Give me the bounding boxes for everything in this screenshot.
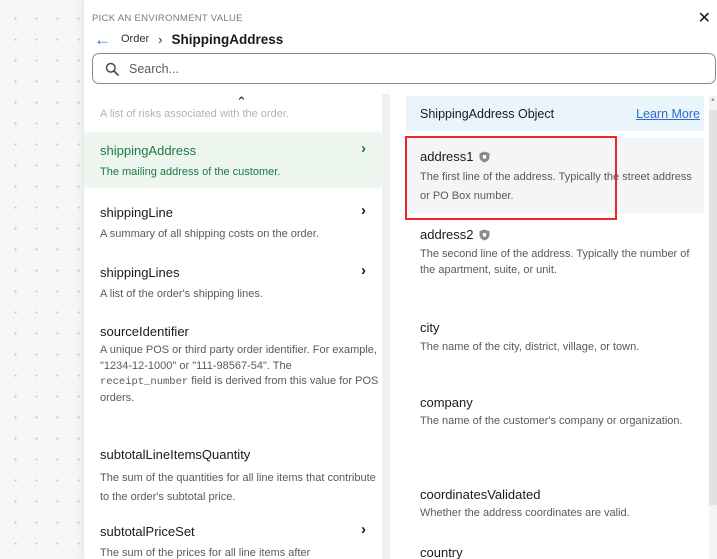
field-description: The name of the customer's company or or…	[420, 415, 683, 427]
list-item-shippingLines[interactable]: shippingLines A list of the order's ship…	[84, 254, 382, 304]
property-list-card: A list of risks associated with the orde…	[84, 94, 382, 559]
field-name: company	[420, 395, 473, 410]
search-input[interactable]	[129, 61, 689, 76]
shield-icon	[479, 229, 490, 240]
breadcrumb-order[interactable]: Order	[121, 33, 149, 45]
chevron-right-icon: ›	[361, 140, 366, 157]
field-name: address1	[420, 149, 474, 164]
search-box[interactable]	[92, 53, 716, 84]
field-city[interactable]: city The name of the city, district, vil…	[406, 312, 704, 362]
field-address1[interactable]: address1 The first line of the address. …	[406, 138, 704, 213]
object-fields-panel: ShippingAddress Object Learn More addres…	[406, 96, 717, 559]
breadcrumb: ← Order › ShippingAddress	[94, 30, 283, 48]
list-item-description: The sum of the quantities for all line i…	[100, 472, 376, 503]
list-item-name: shippingLine	[100, 205, 174, 220]
field-name: country	[420, 545, 463, 559]
list-item-sourceIdentifier[interactable]: sourceIdentifier A unique POS or third p…	[84, 314, 382, 414]
field-name: city	[420, 320, 440, 335]
list-item-subtotalLineItemsQuantity[interactable]: subtotalLineItemsQuantity The sum of the…	[84, 438, 382, 508]
chevron-right-icon: ›	[361, 262, 366, 279]
learn-more-link[interactable]: Learn More	[636, 107, 700, 121]
field-company[interactable]: company The name of the customer's compa…	[406, 388, 704, 448]
field-description: The second line of the address. Typicall…	[420, 248, 690, 276]
field-description: The name of the city, district, village,…	[420, 341, 640, 353]
scroll-up-icon[interactable]: ▲	[710, 97, 716, 103]
list-item-name: subtotalLineItemsQuantity	[100, 447, 251, 462]
list-item-subtotalPriceSet[interactable]: subtotalPriceSet The sum of the prices f…	[84, 516, 382, 559]
object-header: ShippingAddress Object Learn More	[406, 96, 704, 131]
search-icon	[105, 62, 119, 76]
chevron-right-icon: ›	[361, 521, 366, 538]
faded-description: A list of risks associated with the orde…	[100, 108, 289, 120]
field-name: coordinatesValidated	[420, 487, 541, 502]
field-country[interactable]: country	[406, 538, 704, 559]
close-icon[interactable]: ✕	[698, 8, 711, 28]
shield-icon	[479, 151, 490, 162]
list-item-description: A summary of all shipping costs on the o…	[100, 228, 319, 240]
list-item-shippingAddress[interactable]: shippingAddress The mailing address of t…	[84, 132, 382, 188]
chevron-right-icon: ›	[361, 202, 366, 219]
scrollbar-thumb[interactable]	[709, 110, 717, 505]
breadcrumb-current: ShippingAddress	[171, 31, 284, 47]
back-arrow-icon[interactable]: ←	[94, 31, 111, 48]
field-coordinatesValidated[interactable]: coordinatesValidated Whether the address…	[406, 480, 704, 530]
field-description: The first line of the address. Typically…	[420, 171, 692, 202]
list-item-name: shippingAddress	[100, 143, 197, 158]
canvas-background	[0, 0, 90, 559]
list-item-description: The sum of the prices for all line items…	[100, 547, 311, 559]
picker-kicker: PICK AN ENVIRONMENT VALUE	[92, 13, 243, 24]
list-item-shippingLine[interactable]: shippingLine A summary of all shipping c…	[84, 194, 382, 244]
field-description: Whether the address coordinates are vali…	[420, 507, 630, 519]
field-name: address2	[420, 227, 474, 242]
list-item-description: A list of the order's shipping lines.	[100, 288, 263, 300]
field-address2[interactable]: address2 The second line of the address.…	[406, 218, 704, 288]
list-item-name: subtotalPriceSet	[100, 524, 195, 539]
list-item-description: The mailing address of the customer.	[100, 166, 281, 178]
object-title: ShippingAddress Object	[420, 106, 555, 121]
environment-value-picker: PICK AN ENVIRONMENT VALUE ✕ ← Order › Sh…	[84, 0, 717, 559]
list-item-name: shippingLines	[100, 265, 180, 280]
list-item-description: A unique POS or third party order identi…	[100, 344, 379, 404]
chevron-up-icon[interactable]: ⌃	[236, 94, 247, 110]
chevron-right-icon: ›	[158, 31, 163, 47]
list-item-name: sourceIdentifier	[100, 324, 189, 339]
property-list: A list of risks associated with the orde…	[84, 94, 390, 559]
